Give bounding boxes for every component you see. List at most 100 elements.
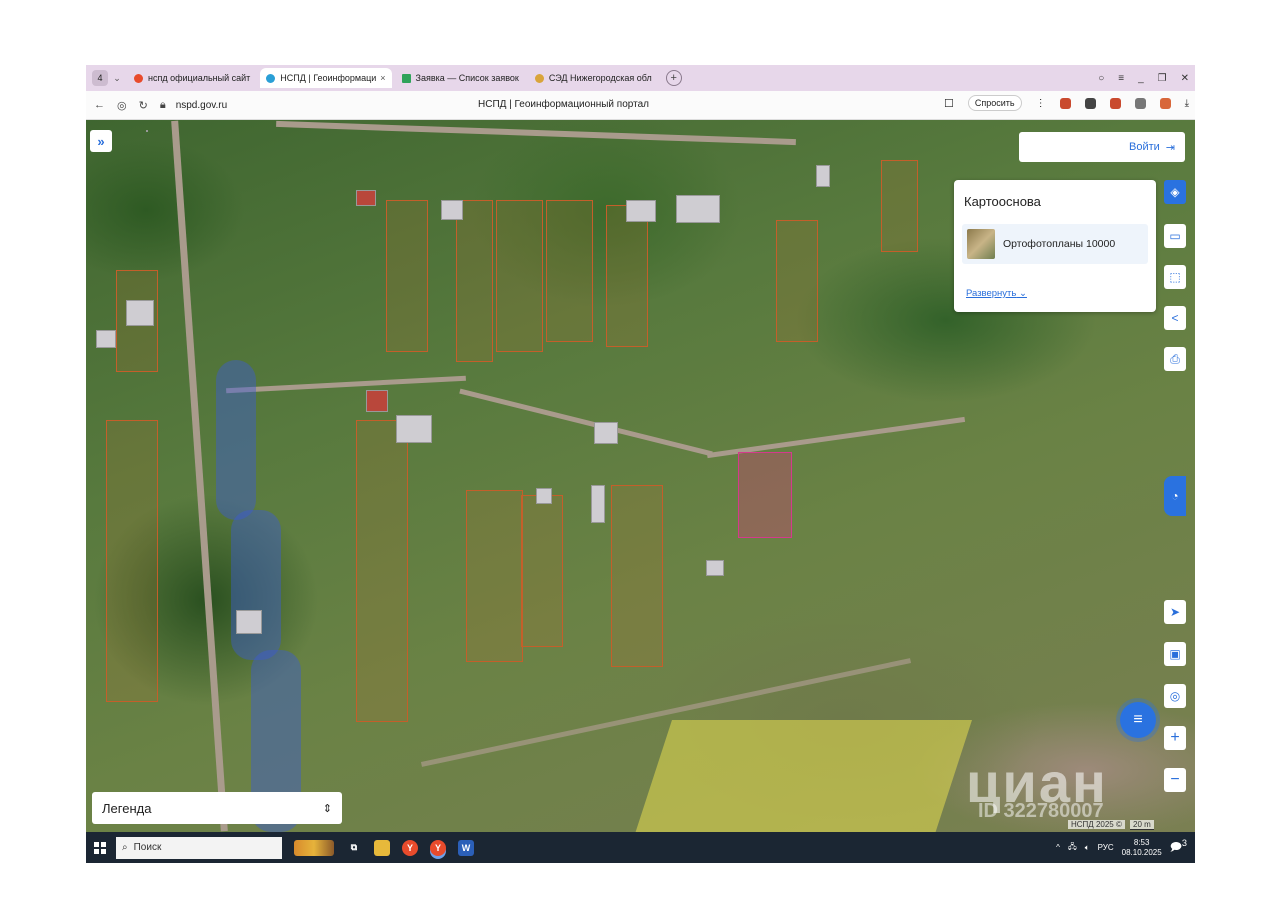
building — [706, 560, 724, 576]
parcel[interactable] — [881, 160, 918, 252]
close-window-icon[interactable]: ✕ — [1181, 73, 1189, 84]
tab-label: СЭД Нижегородская обл — [548, 73, 652, 83]
login-label: Войти — [1128, 141, 1160, 153]
extension-icon[interactable] — [1109, 97, 1121, 109]
parcel[interactable] — [106, 420, 158, 702]
parcel[interactable] — [606, 205, 648, 347]
ask-button[interactable]: Спросить — [967, 95, 1022, 111]
clock[interactable]: 8:53 08.10.2025 — [1122, 838, 1162, 858]
login-button[interactable]: Войти ⇥ — [1019, 132, 1185, 162]
back-icon[interactable]: ← — [94, 99, 105, 111]
zoom-in-icon[interactable]: + — [1164, 726, 1186, 750]
tab-nspd-portal[interactable]: НСПД | Геоинформаци × — [260, 68, 392, 88]
yandex-browser-active-icon[interactable]: Y — [430, 839, 446, 856]
file-explorer-icon[interactable] — [374, 839, 390, 856]
extension-icon[interactable] — [1134, 97, 1146, 109]
tab-requests[interactable]: Заявка — Список заявок — [396, 68, 525, 88]
notifications-icon[interactable]: 🗩︎3 — [1170, 838, 1187, 858]
login-icon: ⇥ — [1165, 141, 1175, 154]
extension-icon[interactable] — [1084, 97, 1096, 109]
layer-name: Ортофотопланы 10000 — [1003, 238, 1116, 250]
chat-icon[interactable]: ≡ — [1120, 702, 1156, 738]
building — [96, 330, 116, 348]
geolocation-icon[interactable]: ◎ — [1164, 684, 1186, 708]
parcel[interactable] — [456, 200, 493, 362]
volume-icon[interactable]: 🔈︎ — [1085, 843, 1090, 853]
extension-icon[interactable] — [1159, 97, 1171, 109]
minimap-icon[interactable]: ▣ — [1164, 642, 1186, 666]
building — [396, 415, 432, 443]
new-tab-button[interactable]: + — [665, 70, 682, 86]
date: 08.10.2025 — [1121, 847, 1162, 857]
bookmark-icon[interactable]: ☐ — [944, 97, 954, 110]
basemap-panel: Картооснова Ортофотопланы 10000 Разверну… — [954, 180, 1156, 312]
sed-icon — [534, 73, 544, 83]
river — [216, 360, 256, 520]
more-icon[interactable]: ⋮ — [1036, 98, 1046, 109]
parcel[interactable] — [466, 490, 523, 662]
copyright: НСПД 2025 © — [1068, 820, 1125, 829]
map-canvas[interactable]: » Войти ⇥ Картооснова Ортофотопланы 1000… — [86, 120, 1195, 832]
minimize-icon[interactable]: _ — [1138, 73, 1144, 84]
network-icon[interactable]: 🖧︎ — [1068, 841, 1077, 855]
weather-widget-icon[interactable] — [294, 839, 334, 856]
locate-icon[interactable]: ➤ — [1164, 600, 1186, 624]
layers-icon[interactable]: ◈ — [1164, 180, 1186, 204]
parcel[interactable] — [356, 420, 408, 722]
taskbar-search[interactable]: ⌕ Поиск — [116, 836, 282, 859]
lock-icon: 🔒︎ — [159, 98, 166, 111]
parcel[interactable] — [611, 485, 663, 667]
print-icon[interactable]: ⎙ — [1164, 347, 1186, 371]
page-title: НСПД | Геоинформационный портал — [478, 99, 649, 110]
tray-chevron-icon[interactable]: ^ — [1056, 843, 1060, 852]
basemap-title: Картооснова — [964, 194, 1041, 209]
select-area-icon[interactable]: ⬚ — [1164, 265, 1186, 289]
tabs-dropdown-icon[interactable]: ⌄ — [110, 73, 124, 84]
building — [676, 195, 720, 223]
land-zone — [620, 720, 972, 832]
sort-icon: ⇕ — [322, 802, 332, 815]
windows-start-icon[interactable] — [94, 841, 106, 854]
reload-icon[interactable]: ↻ — [139, 99, 148, 112]
expand-panel-button[interactable]: » — [90, 130, 112, 152]
system-tray: ^ 🖧︎ 🔈︎ РУС 8:53 08.10.2025 🗩︎3 — [1056, 832, 1187, 863]
restore-icon[interactable]: ❐ — [1158, 73, 1167, 84]
tab-nspd-search[interactable]: нспд официальный сайт — [128, 68, 256, 88]
window-controls: ○ ≡ _ ❐ ✕ — [1098, 65, 1189, 91]
building — [594, 422, 618, 444]
task-view-icon[interactable]: ⧉ — [346, 840, 362, 856]
expand-label: Развернуть — [966, 288, 1017, 299]
parcel[interactable] — [776, 220, 818, 342]
share-icon[interactable]: < — [1164, 306, 1186, 330]
close-tab-icon[interactable]: × — [380, 73, 385, 83]
url-field[interactable]: nspd.gov.ru — [176, 100, 228, 111]
ruler-icon[interactable]: ▭ — [1164, 224, 1186, 248]
tab-count-badge[interactable]: 4 — [92, 70, 108, 86]
parcel[interactable] — [546, 200, 593, 342]
profile-icon[interactable]: ○ — [1098, 73, 1104, 84]
parcel[interactable] — [386, 200, 428, 352]
extension-icon[interactable] — [1059, 97, 1071, 109]
scale-bar: 20 m — [1130, 820, 1154, 830]
search-icon: ⌕ — [122, 842, 128, 853]
expand-link[interactable]: Развернуть ⌄ — [966, 288, 1027, 299]
nspd-icon — [266, 73, 276, 83]
taskbar: ⌕ Поиск ⧉ Y Y W ^ 🖧︎ 🔈︎ РУС 8:53 08.10.2… — [86, 832, 1195, 863]
parcel[interactable] — [521, 495, 563, 647]
security-icon[interactable]: ◎ — [117, 99, 127, 112]
basemap-layer-item[interactable]: Ортофотопланы 10000 — [962, 224, 1148, 264]
zoom-out-icon[interactable]: − — [1164, 768, 1186, 792]
tab-label: НСПД | Геоинформаци — [280, 73, 377, 83]
selected-parcel[interactable] — [738, 452, 792, 538]
word-icon[interactable]: W — [458, 839, 474, 856]
church — [236, 610, 262, 634]
downloads-icon[interactable]: ⤓ — [1185, 98, 1189, 109]
yandex-browser-icon[interactable]: Y — [402, 839, 418, 856]
feedback-icon[interactable]: ◔ — [1164, 476, 1186, 516]
parcel[interactable] — [496, 200, 543, 352]
tab-sed[interactable]: СЭД Нижегородская обл — [529, 68, 658, 88]
menu-icon[interactable]: ≡ — [1118, 73, 1124, 84]
building — [816, 165, 830, 187]
legend-dropdown[interactable]: Легенда ⇕ — [92, 792, 342, 824]
language-indicator[interactable]: РУС — [1098, 843, 1114, 852]
